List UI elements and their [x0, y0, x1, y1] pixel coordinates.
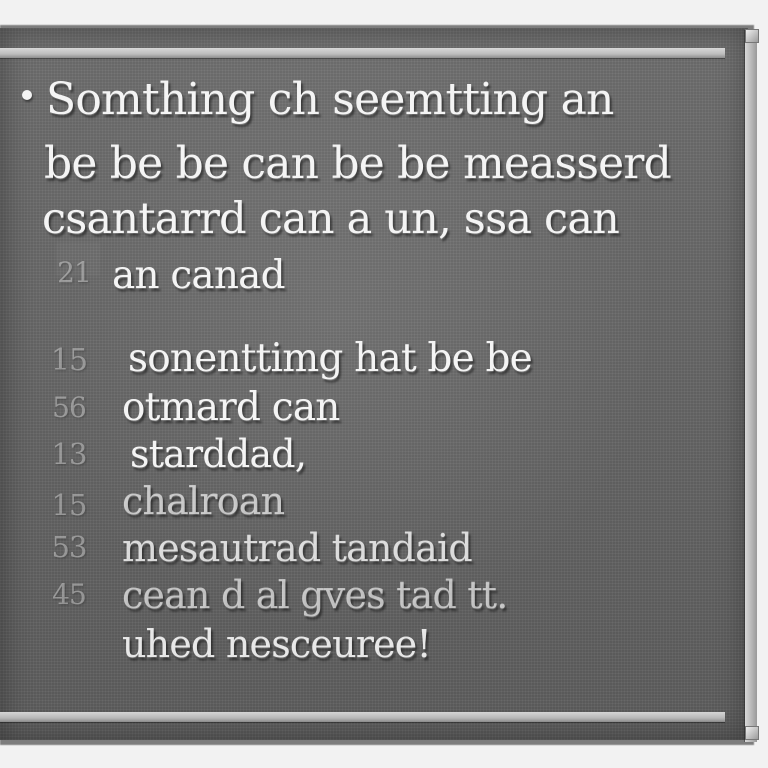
- top-corner-bolt-icon: [745, 29, 759, 43]
- main-line-3: csantarrd can a un, ssa can: [42, 194, 620, 244]
- main-line-1: Somthing ch seemtting an: [46, 74, 614, 125]
- line-number-7: 45: [52, 578, 87, 611]
- line-number-5: 15: [51, 488, 88, 522]
- body-line-4: chalroan: [122, 479, 285, 523]
- body-line-5: mesautrad tandaid: [122, 526, 473, 570]
- line-number-3: 56: [52, 391, 87, 424]
- bullet-icon: [22, 90, 32, 100]
- main-line-4: an canad: [112, 253, 286, 298]
- line-number-6: 53: [51, 530, 88, 564]
- top-rail: [0, 48, 725, 58]
- line-number-4: 13: [51, 437, 88, 471]
- body-line-2: otmard can: [122, 385, 340, 430]
- right-rail: [745, 30, 757, 742]
- bottom-rail: [0, 712, 725, 722]
- body-line-3: starddad,: [130, 432, 307, 476]
- body-line-1: sonenttimg hat be be: [128, 336, 533, 381]
- main-line-2: be be be can be be measserd: [44, 138, 672, 189]
- body-line-6: cean d al gves tad tt.: [122, 573, 508, 617]
- body-line-7: uhed nesceuree!: [122, 622, 432, 666]
- slide-page: Somthing ch seemtting an be be be can be…: [0, 0, 768, 768]
- line-number-1: 21: [57, 256, 92, 289]
- bottom-corner-bolt-icon: [745, 726, 759, 740]
- line-number-2: 15: [50, 343, 88, 378]
